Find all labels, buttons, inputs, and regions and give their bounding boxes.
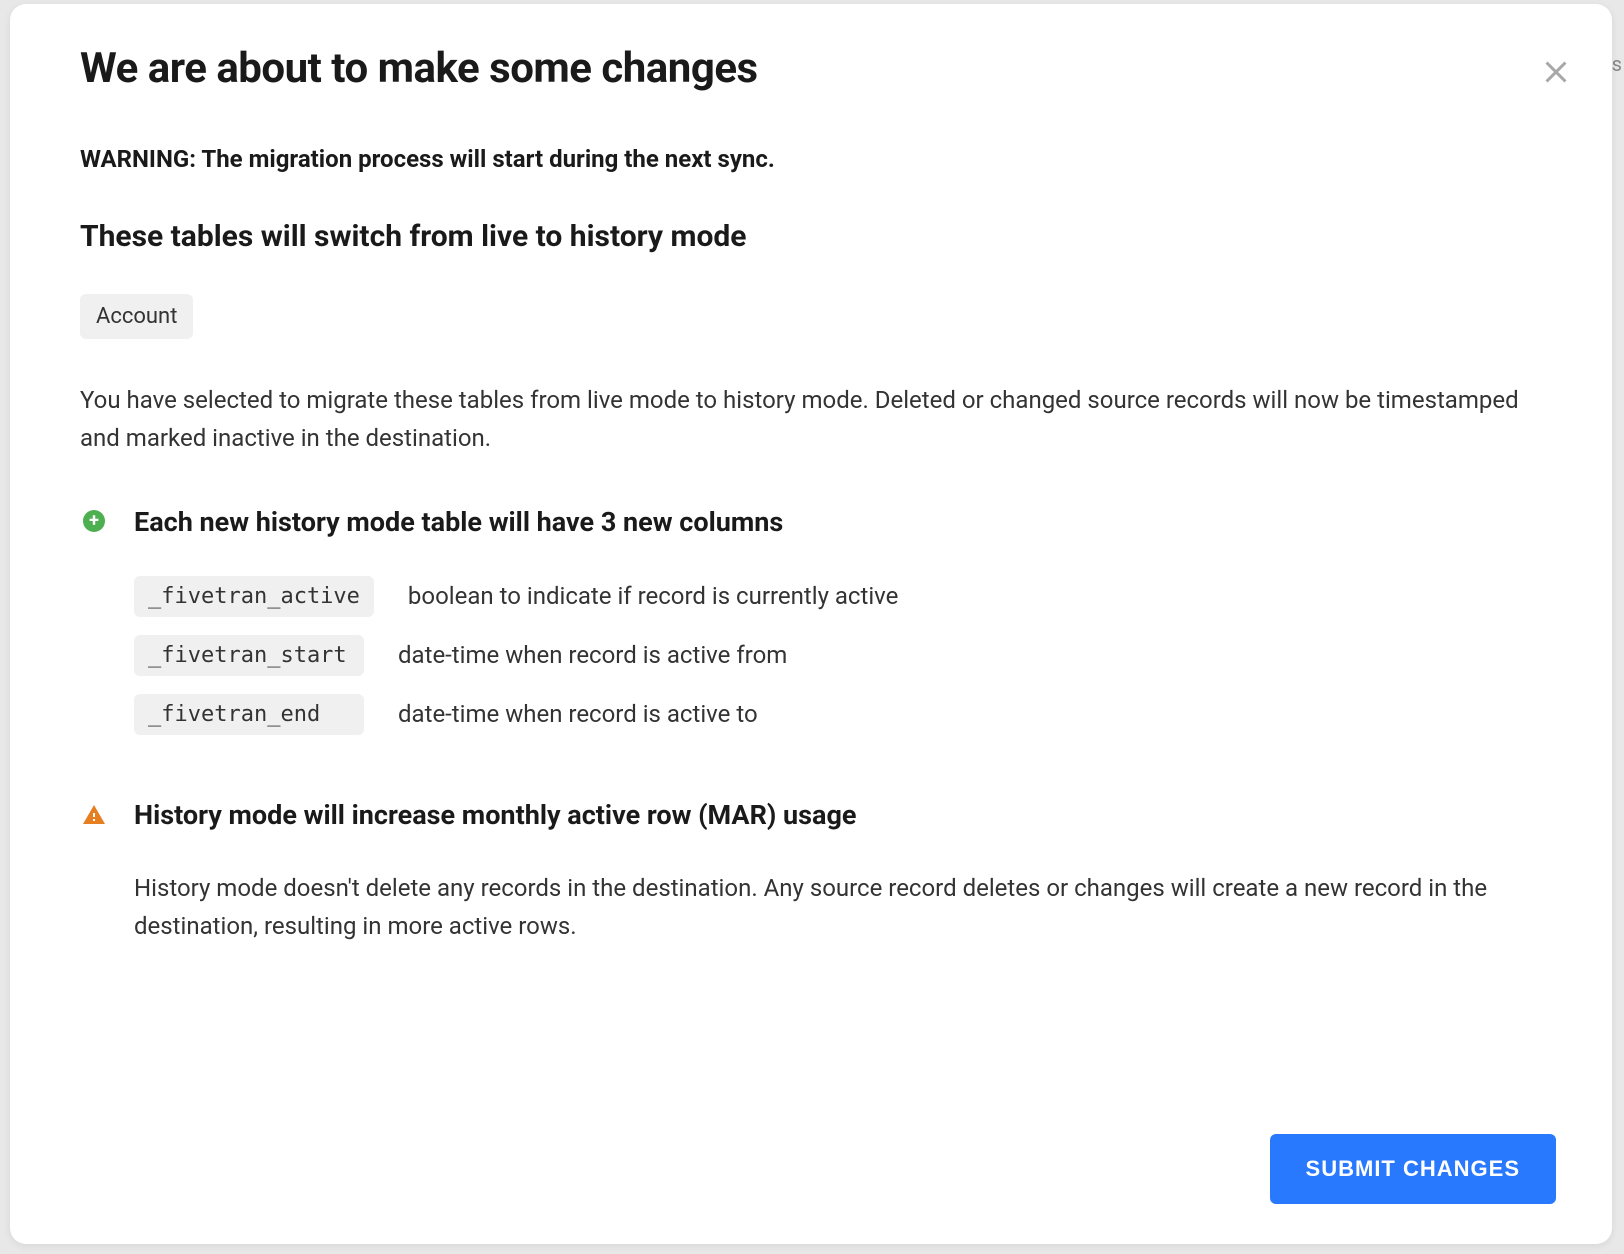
plus-icon-wrap	[80, 506, 108, 532]
modal-title: We are about to make some changes	[80, 44, 1542, 93]
close-button[interactable]	[1536, 52, 1576, 92]
column-description: boolean to indicate if record is current…	[408, 582, 898, 610]
mar-usage-description: History mode doesn't delete any records …	[134, 869, 1542, 946]
column-name: _fivetran_active	[134, 576, 374, 617]
background-text-fragment: s	[1612, 52, 1622, 76]
new-columns-heading: Each new history mode table will have 3 …	[134, 506, 1542, 538]
mar-usage-heading: History mode will increase monthly activ…	[134, 799, 1542, 831]
column-row: _fivetran_active boolean to indicate if …	[134, 576, 1542, 617]
switch-mode-description: You have selected to migrate these table…	[80, 381, 1542, 458]
column-row: _fivetran_end date-time when record is a…	[134, 694, 1542, 735]
modal-footer: SUBMIT CHANGES	[1270, 1134, 1556, 1204]
close-icon	[1538, 54, 1574, 90]
column-row: _fivetran_start date-time when record is…	[134, 635, 1542, 676]
submit-changes-button[interactable]: SUBMIT CHANGES	[1270, 1134, 1556, 1204]
column-name: _fivetran_start	[134, 635, 364, 676]
columns-table: _fivetran_active boolean to indicate if …	[134, 576, 1542, 735]
column-name: _fivetran_end	[134, 694, 364, 735]
column-description: date-time when record is active from	[398, 641, 787, 669]
warning-triangle-icon	[82, 803, 106, 827]
mar-usage-section: History mode will increase monthly activ…	[80, 799, 1542, 946]
table-chip: Account	[80, 294, 193, 339]
confirmation-modal: We are about to make some changes WARNIN…	[10, 4, 1612, 1244]
warning-icon-wrap	[80, 799, 108, 827]
switch-mode-heading: These tables will switch from live to hi…	[80, 219, 1542, 254]
plus-circle-icon	[83, 510, 105, 532]
column-description: date-time when record is active to	[398, 700, 758, 728]
new-columns-section: Each new history mode table will have 3 …	[80, 506, 1542, 753]
migration-warning: WARNING: The migration process will star…	[80, 145, 1542, 173]
